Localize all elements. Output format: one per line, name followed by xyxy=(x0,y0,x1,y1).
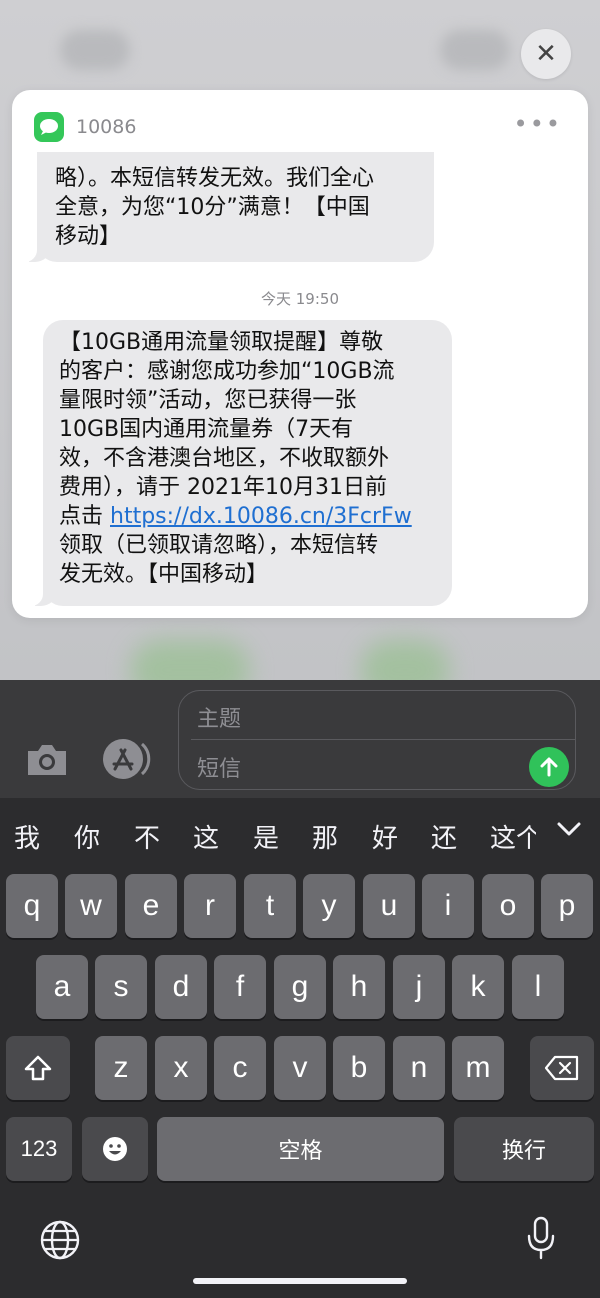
microphone-icon[interactable] xyxy=(524,1216,558,1262)
key-z[interactable]: z xyxy=(95,1036,147,1100)
key-a[interactable]: a xyxy=(36,955,88,1019)
numbers-key[interactable]: 123 xyxy=(6,1117,72,1181)
key-c[interactable]: c xyxy=(214,1036,266,1100)
message-line: 发无效。【中国移动】 xyxy=(59,562,269,587)
key-p[interactable]: p xyxy=(541,874,593,938)
key-b[interactable]: b xyxy=(333,1036,385,1100)
key-s[interactable]: s xyxy=(95,955,147,1019)
candidate-word[interactable]: 你 xyxy=(74,818,100,855)
subject-input[interactable]: 主题 xyxy=(197,701,241,733)
previous-message-bubble: 略）。本短信转发无效。我们全心 全意，为您“10分”满意！【中国 移动】 xyxy=(19,152,434,262)
key-r[interactable]: r xyxy=(184,874,236,938)
compose-bar: 主题 短信 xyxy=(0,680,600,798)
app-store-icon[interactable] xyxy=(102,738,152,780)
key-m[interactable]: m xyxy=(452,1036,504,1100)
blurred-shape xyxy=(60,30,130,70)
key-q[interactable]: q xyxy=(6,874,58,938)
candidate-word[interactable]: 这个 xyxy=(490,818,536,855)
key-d[interactable]: d xyxy=(155,955,207,1019)
key-l[interactable]: l xyxy=(512,955,564,1019)
message-line: 费用），请于 2021年10月31日前 xyxy=(59,475,387,500)
key-n[interactable]: n xyxy=(393,1036,445,1100)
message-input-field[interactable]: 主题 短信 xyxy=(178,690,576,790)
close-icon: ✕ xyxy=(535,39,557,69)
candidate-word[interactable]: 不 xyxy=(134,818,160,855)
message-line: 移动】 xyxy=(55,224,122,249)
message-link[interactable]: https://dx.10086.cn/3FcrFw xyxy=(110,504,412,529)
message-line: 【10GB通用流量领取提醒】尊敬 xyxy=(59,330,384,355)
send-button[interactable] xyxy=(529,747,569,787)
message-timestamp: 今天 19:50 xyxy=(261,290,339,308)
message-line: 点击 https://dx.10086.cn/3FcrFw xyxy=(59,502,436,531)
return-key[interactable]: 换行 xyxy=(454,1117,594,1181)
message-input[interactable]: 短信 xyxy=(197,751,241,783)
emoji-key[interactable] xyxy=(82,1117,148,1181)
candidate-bar: 我 你 不 这 是 那 好 还 这个 xyxy=(0,798,600,870)
blurred-shape xyxy=(440,30,510,70)
message-line: 的客户：感谢您成功参加“10GB流 xyxy=(59,359,395,384)
key-y[interactable]: y xyxy=(303,874,355,938)
key-w[interactable]: w xyxy=(65,874,117,938)
key-v[interactable]: v xyxy=(274,1036,326,1100)
key-u[interactable]: u xyxy=(363,874,415,938)
candidate-word[interactable]: 那 xyxy=(312,818,338,855)
backspace-icon xyxy=(544,1055,579,1081)
candidate-word[interactable]: 我 xyxy=(14,818,40,855)
key-t[interactable]: t xyxy=(244,874,296,938)
camera-icon[interactable] xyxy=(24,742,70,778)
message-line: 略）。本短信转发无效。我们全心 xyxy=(55,166,375,191)
message-line: 领取（已领取请忽略），本短信转 xyxy=(59,533,379,558)
key-g[interactable]: g xyxy=(274,955,326,1019)
message-bubble: 【10GB通用流量领取提醒】尊敬 的客户：感谢您成功参加“10GB流 量限时领”… xyxy=(25,320,452,606)
candidate-word[interactable]: 这 xyxy=(193,818,219,855)
shift-key[interactable] xyxy=(6,1036,70,1100)
keyboard: 我 你 不 这 是 那 好 还 这个 q w e r t y u i o p a… xyxy=(0,798,600,1298)
message-line: 效，不含港澳台地区，不收取额外 xyxy=(59,446,390,471)
key-e[interactable]: e xyxy=(125,874,177,938)
candidate-word[interactable]: 还 xyxy=(431,818,457,855)
shift-icon xyxy=(24,1055,52,1081)
arrow-up-icon xyxy=(540,757,558,777)
message-notification-card[interactable]: 10086 ••• 略）。本短信转发无效。我们全心 全意，为您“10分”满意！【… xyxy=(12,90,588,618)
emoji-icon xyxy=(103,1137,127,1161)
key-k[interactable]: k xyxy=(452,955,504,1019)
messages-app-icon xyxy=(34,112,64,142)
key-h[interactable]: h xyxy=(333,955,385,1019)
globe-icon[interactable] xyxy=(38,1218,82,1262)
sender-name: 10086 xyxy=(76,116,137,138)
delete-key[interactable] xyxy=(530,1036,594,1100)
key-o[interactable]: o xyxy=(482,874,534,938)
key-f[interactable]: f xyxy=(214,955,266,1019)
message-line: 全意，为您“10分”满意！【中国 xyxy=(55,195,370,220)
field-divider xyxy=(191,739,575,740)
space-key[interactable]: 空格 xyxy=(157,1117,444,1181)
home-indicator[interactable] xyxy=(193,1278,407,1284)
key-i[interactable]: i xyxy=(422,874,474,938)
message-line: 10GB国内通用流量券（7天有 xyxy=(59,417,354,442)
chevron-down-icon[interactable] xyxy=(554,814,584,844)
candidate-word[interactable]: 好 xyxy=(372,818,398,855)
link-prefix: 点击 xyxy=(59,504,110,529)
message-line: 量限时领”活动，您已获得一张 xyxy=(59,388,357,413)
key-x[interactable]: x xyxy=(155,1036,207,1100)
candidate-word[interactable]: 是 xyxy=(253,818,279,855)
key-j[interactable]: j xyxy=(393,955,445,1019)
more-options-icon[interactable]: ••• xyxy=(514,110,562,138)
close-button[interactable]: ✕ xyxy=(521,29,571,79)
